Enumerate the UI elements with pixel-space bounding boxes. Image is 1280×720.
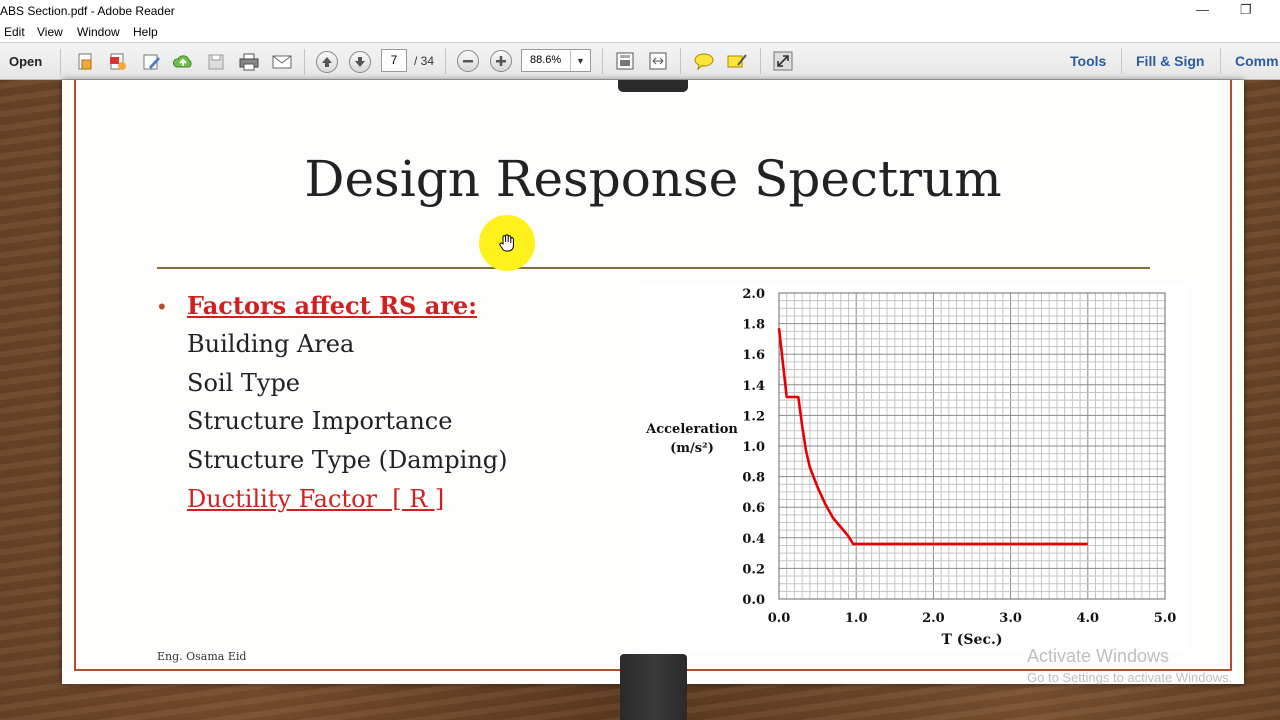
bullet-icon: •: [158, 294, 166, 319]
binder-clip: [620, 654, 687, 720]
slide-title: Design Response Spectrum: [304, 150, 1002, 208]
window-title: ABS Section.pdf - Adobe Reader: [0, 4, 175, 18]
toolbar-separator: [680, 48, 681, 74]
save-icon[interactable]: [205, 51, 227, 73]
menu-edit[interactable]: Edit: [4, 25, 25, 39]
toolbar-separator: [1220, 48, 1221, 74]
cursor-highlight: [479, 215, 535, 271]
factors-heading: Factors affect RS are:: [187, 291, 478, 320]
comment-icon[interactable]: [693, 50, 715, 72]
toolbar-separator: [445, 48, 446, 74]
menu-window[interactable]: Window: [77, 25, 120, 39]
page-number-input[interactable]: 7: [381, 49, 407, 72]
fullscreen-icon[interactable]: [772, 50, 794, 72]
zoom-out-icon[interactable]: [457, 50, 479, 72]
toolbar-separator: [304, 49, 305, 75]
menu-help[interactable]: Help: [133, 25, 158, 39]
toolbar-separator: [760, 48, 761, 74]
chevron-down-icon[interactable]: ▼: [570, 50, 590, 71]
comment-button[interactable]: Comm: [1235, 53, 1279, 69]
toolbar-separator: [60, 49, 61, 75]
fit-page-icon[interactable]: [614, 50, 636, 72]
title-divider: [157, 267, 1150, 269]
activate-windows-hint: Go to Settings to activate Windows.: [1027, 670, 1233, 685]
menu-view[interactable]: View: [37, 25, 63, 39]
upload-cloud-icon[interactable]: [172, 51, 194, 73]
edit-pdf-icon[interactable]: [140, 51, 162, 73]
factor-item: Structure Importance: [187, 407, 453, 435]
chart-background: [640, 282, 1186, 654]
tools-button[interactable]: Tools: [1070, 53, 1106, 69]
factor-item: Soil Type: [187, 369, 301, 397]
title-bar: ABS Section.pdf - Adobe Reader — ❐: [0, 0, 1280, 22]
ductility-factor-item: Ductility Factor [ R ]: [187, 485, 445, 513]
fill-sign-button[interactable]: Fill & Sign: [1136, 53, 1204, 69]
restore-icon[interactable]: ❐: [1240, 2, 1252, 18]
toolbar-separator: [1121, 48, 1122, 74]
author-footer: Eng. Osama Eid: [157, 650, 247, 663]
print-icon[interactable]: [238, 51, 260, 73]
activate-windows-watermark: Activate Windows: [1027, 646, 1170, 666]
toolbar-separator: [602, 48, 603, 74]
minimize-icon[interactable]: —: [1196, 2, 1209, 17]
email-icon[interactable]: [271, 51, 293, 73]
export-pdf-icon[interactable]: [107, 51, 129, 73]
page-total-label: / 34: [414, 54, 435, 68]
fit-width-icon[interactable]: [647, 50, 669, 72]
zoom-in-icon[interactable]: [490, 50, 512, 72]
zoom-select[interactable]: 88.6% ▼: [521, 49, 591, 72]
menu-bar: Edit View Window Help: [0, 22, 1280, 42]
previous-page-icon[interactable]: [316, 51, 338, 73]
create-pdf-icon[interactable]: [74, 51, 96, 73]
open-button[interactable]: Open: [9, 54, 42, 69]
binder-clip: [618, 80, 688, 92]
hand-cursor-icon: [499, 234, 514, 252]
next-page-icon[interactable]: [349, 51, 371, 73]
factor-item: Structure Type (Damping): [187, 446, 508, 474]
highlight-icon[interactable]: [726, 50, 748, 72]
zoom-value: 88.6%: [530, 54, 562, 66]
factor-item: Building Area: [187, 330, 355, 358]
